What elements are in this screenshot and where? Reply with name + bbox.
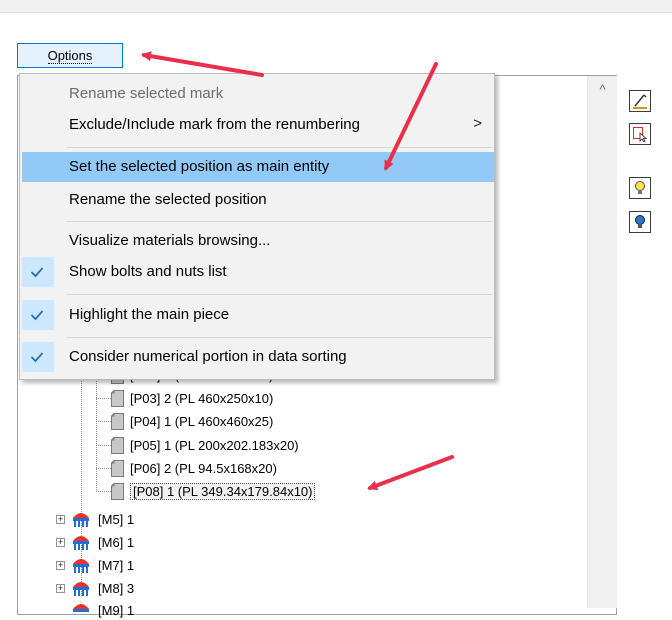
options-button[interactable]: Options <box>17 43 123 68</box>
expand-toggle[interactable]: + <box>56 515 65 524</box>
menu-item-numerical-sorting[interactable]: Consider numerical portion in data sorti… <box>22 342 494 372</box>
plate-icon <box>111 459 124 477</box>
tree-position-item[interactable]: [P03] 2 (PL 460x250x10) <box>111 388 273 408</box>
menu-item-label: Exclude/Include mark from the renumberin… <box>69 116 360 133</box>
menu-item-visualize-materials[interactable]: Visualize materials browsing... <box>22 226 494 256</box>
menu-item-label: Rename the selected position <box>69 191 267 208</box>
tree-connector <box>96 445 111 446</box>
menu-item-label: Highlight the main piece <box>69 306 230 323</box>
blue-bulb-icon[interactable] <box>629 211 651 233</box>
menu-item-exclude-include[interactable]: Exclude/Include mark from the renumberin… <box>22 110 494 140</box>
plate-icon <box>111 482 124 500</box>
scroll-up-arrow[interactable]: ^ <box>588 82 617 102</box>
position-label: [P05] 1 (PL 200x202.183x20) <box>130 437 299 453</box>
tree-position-item-selected[interactable]: [P08] 1 (PL 349.34x179.84x10) <box>111 481 316 501</box>
mark-assembly-icon <box>73 582 89 596</box>
menu-item-rename-mark[interactable]: Rename selected mark <box>22 79 494 109</box>
menu-separator <box>67 221 492 222</box>
position-label: [P03] 2 (PL 460x250x10) <box>130 390 274 406</box>
menu-item-label: Set the selected position as main entity <box>69 158 330 175</box>
check-icon <box>22 300 54 330</box>
check-icon <box>22 342 54 372</box>
mark-assembly-icon <box>73 513 89 527</box>
position-label: [P04] 1 (PL 460x460x25) <box>130 413 274 429</box>
select-cursor-icon[interactable] <box>629 123 651 145</box>
expand-toggle[interactable]: + <box>56 584 65 593</box>
tree-connector <box>96 491 111 492</box>
menu-item-label: Consider numerical portion in data sorti… <box>69 348 347 365</box>
expand-toggle[interactable]: + <box>56 561 65 570</box>
menu-item-set-main-entity[interactable]: Set the selected position as main entity <box>22 152 494 182</box>
menu-separator <box>67 337 492 338</box>
mark-assembly-icon <box>73 604 89 612</box>
menu-item-rename-position[interactable]: Rename the selected position <box>22 185 494 215</box>
red-arrow-icon <box>141 51 264 77</box>
menu-item-label: Rename selected mark <box>69 85 224 102</box>
pencil-icon[interactable] <box>629 90 651 112</box>
tree-mark-item[interactable]: [M5] 1 <box>69 509 134 529</box>
menu-separator <box>67 294 492 295</box>
menu-item-show-bolts[interactable]: Show bolts and nuts list <box>22 257 494 287</box>
tree-mark-item[interactable]: [M6] 1 <box>69 532 134 552</box>
tree-position-item[interactable]: [P04] 1 (PL 460x460x25) <box>111 411 273 431</box>
tree-scrollbar[interactable]: ^ <box>587 76 617 608</box>
position-label: [P08] 1 (PL 349.34x179.84x10) <box>130 482 316 500</box>
tree-branch-line <box>96 364 97 492</box>
tree-position-item[interactable]: [P05] 1 (PL 200x202.183x20) <box>111 435 299 455</box>
tree-mark-item[interactable]: [M8] 3 <box>69 578 134 598</box>
mark-assembly-icon <box>73 559 89 573</box>
mark-assembly-icon <box>73 536 89 550</box>
check-icon <box>22 257 54 287</box>
mark-label: [M6] 1 <box>98 534 135 550</box>
mark-label: [M5] 1 <box>98 511 135 527</box>
menu-item-label: Show bolts and nuts list <box>69 263 227 280</box>
tree-position-item[interactable]: [P06] 2 (PL 94.5x168x20) <box>111 458 277 478</box>
options-button-label: Options <box>47 48 93 64</box>
yellow-bulb-icon[interactable] <box>629 177 651 199</box>
plate-icon <box>111 389 124 407</box>
tree-mark-item[interactable]: [M7] 1 <box>69 555 134 575</box>
mark-label: [M7] 1 <box>98 557 135 573</box>
plate-icon <box>111 436 124 454</box>
position-label: [P06] 2 (PL 94.5x168x20) <box>130 460 277 476</box>
mark-label: [M8] 3 <box>98 580 135 596</box>
mark-label: [M9] 1 <box>98 602 135 618</box>
menu-item-highlight-main-piece[interactable]: Highlight the main piece <box>22 300 494 330</box>
submenu-arrow-icon: > <box>473 115 482 132</box>
window-top-strip <box>0 0 672 13</box>
tree-mark-item[interactable]: [M9] 1 <box>69 600 134 620</box>
menu-separator <box>67 147 492 148</box>
menu-item-label: Visualize materials browsing... <box>69 232 271 249</box>
tree-connector <box>96 421 111 422</box>
tree-connector <box>96 468 111 469</box>
expand-toggle[interactable]: + <box>56 538 65 547</box>
plate-icon <box>111 412 124 430</box>
tree-connector <box>96 398 111 399</box>
options-context-menu: Rename selected mark Exclude/Include mar… <box>19 73 495 380</box>
